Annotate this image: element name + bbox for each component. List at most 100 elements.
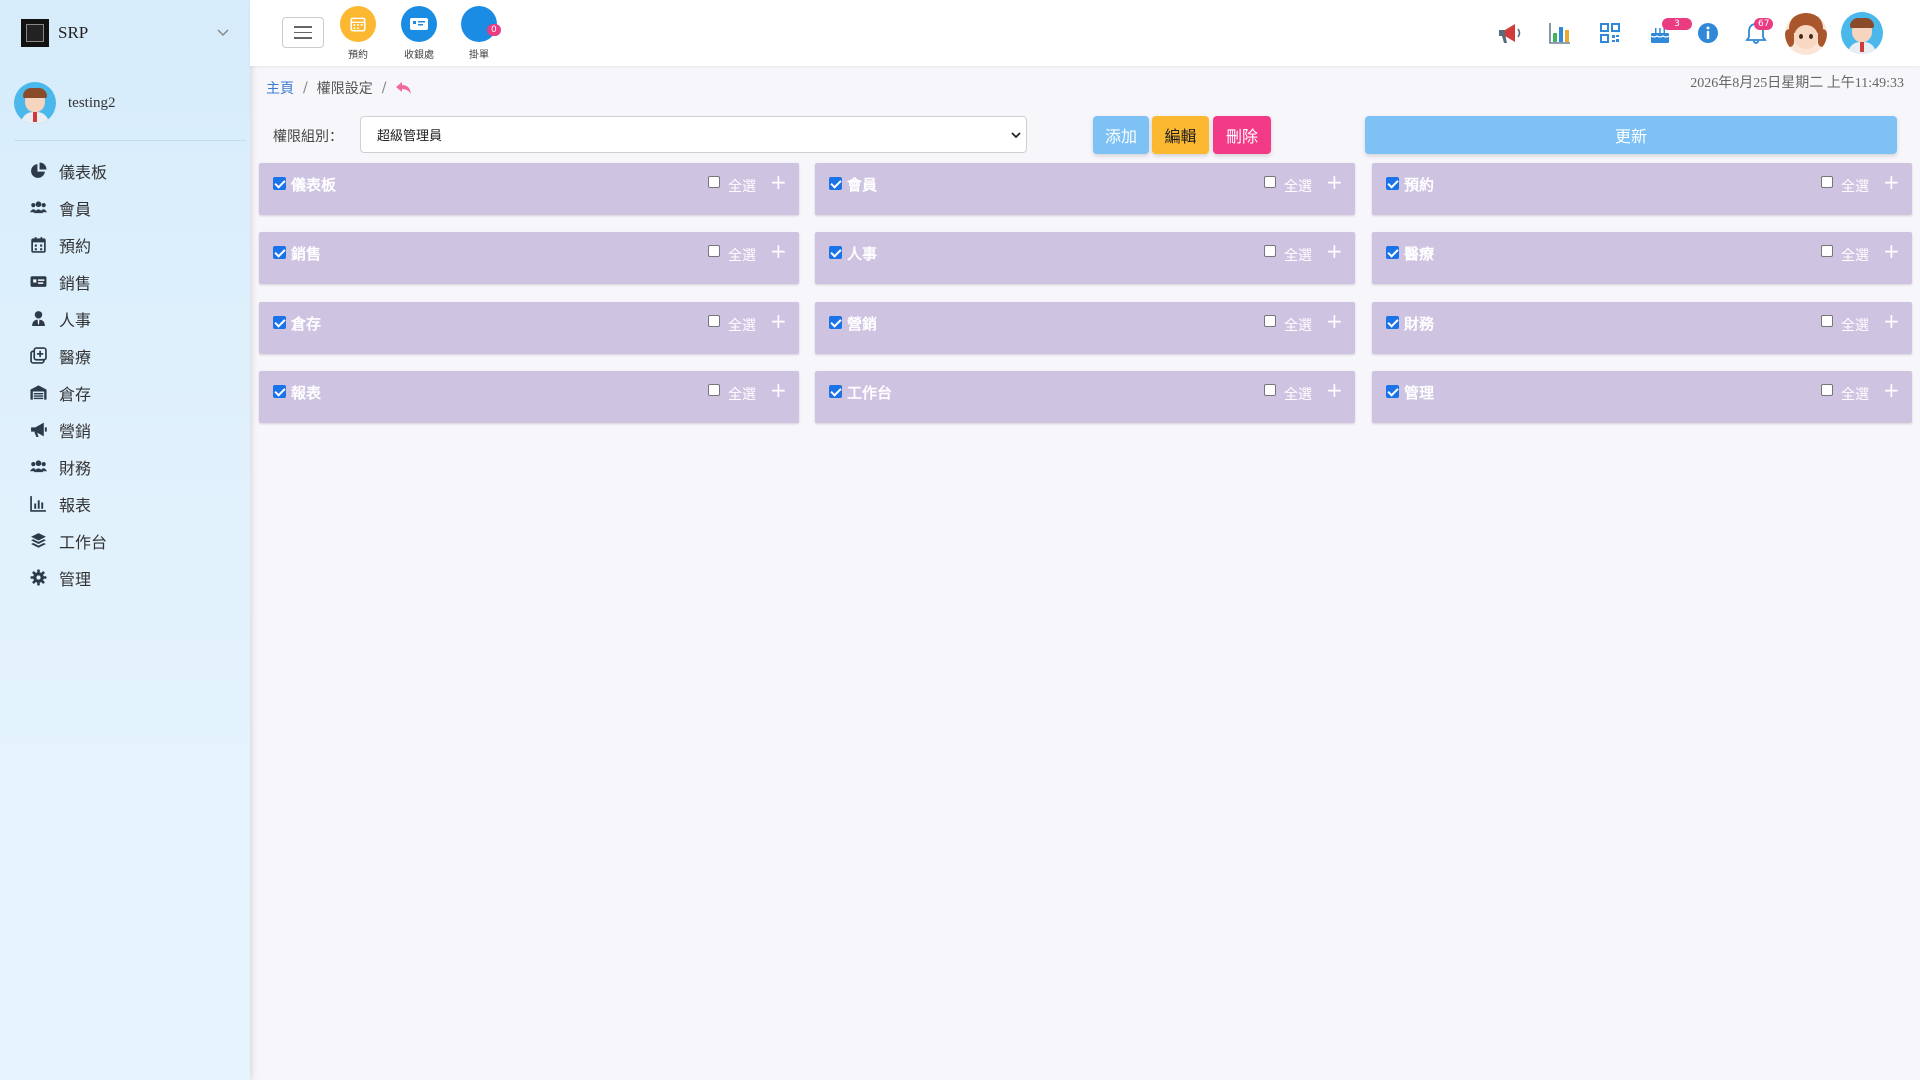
module-checkbox[interactable] <box>829 177 842 190</box>
select-all-checkbox[interactable] <box>1821 384 1833 396</box>
avatar <box>14 82 56 124</box>
select-all-label: 全選 <box>1841 179 1869 195</box>
module-title: 管理 <box>1404 384 1435 402</box>
qr-code-icon[interactable] <box>1595 18 1625 48</box>
top-bar: 預約 收銀處 0 掛單 3 67 <box>250 0 1920 66</box>
module-checkbox[interactable] <box>829 316 842 329</box>
select-all-checkbox[interactable] <box>1264 384 1276 396</box>
select-all-checkbox[interactable] <box>708 384 720 396</box>
chevron-down-icon[interactable] <box>216 25 230 39</box>
user-profile[interactable]: testing2 <box>14 82 116 124</box>
module-card: 營銷 全選 + <box>815 302 1355 354</box>
edit-button[interactable]: 編輯 <box>1152 116 1209 154</box>
expand-plus-icon[interactable]: + <box>770 311 787 331</box>
divider <box>14 140 246 141</box>
pending-count-badge: 0 <box>487 24 501 36</box>
select-all-checkbox[interactable] <box>708 315 720 327</box>
expand-plus-icon[interactable]: + <box>1883 172 1900 192</box>
module-checkbox[interactable] <box>829 246 842 259</box>
module-title: 營銷 <box>847 315 878 333</box>
select-all-checkbox[interactable] <box>1264 245 1276 257</box>
module-card: 人事 全選 + <box>815 232 1355 284</box>
select-all-label: 全選 <box>728 318 756 334</box>
module-title: 會員 <box>847 176 878 194</box>
expand-plus-icon[interactable]: + <box>1883 241 1900 261</box>
sidebar-item-reports[interactable]: 報表 <box>0 485 250 522</box>
sidebar-item-booking[interactable]: 預約 <box>0 226 250 263</box>
sidebar-menu: 儀表板 會員 預約 銷售 人事 醫療 倉存 營銷 財務 報表 工作台 管理 <box>0 152 250 596</box>
menu-toggle-button[interactable] <box>282 17 324 48</box>
sidebar-item-members[interactable]: 會員 <box>0 189 250 226</box>
sidebar-item-workbench[interactable]: 工作台 <box>0 522 250 559</box>
select-all-label: 全選 <box>728 387 756 403</box>
select-all-checkbox[interactable] <box>708 176 720 188</box>
sidebar-item-hr[interactable]: 人事 <box>0 300 250 337</box>
megaphone-icon[interactable] <box>1495 18 1525 48</box>
notification-count-badge: 67 <box>1754 18 1774 30</box>
module-title: 儀表板 <box>291 176 337 194</box>
bar-chart-icon[interactable] <box>1545 18 1575 48</box>
update-button[interactable]: 更新 <box>1365 116 1897 154</box>
sidebar-item-warehouse[interactable]: 倉存 <box>0 374 250 411</box>
expand-plus-icon[interactable]: + <box>770 380 787 400</box>
module-checkbox[interactable] <box>273 177 286 190</box>
module-checkbox[interactable] <box>273 246 286 259</box>
breadcrumb-current: 權限設定 <box>316 81 373 97</box>
quick-cashier-button[interactable]: 收銀處 <box>393 6 445 61</box>
module-title: 預約 <box>1404 176 1435 194</box>
breadcrumb-home-link[interactable]: 主頁 <box>266 78 294 98</box>
sidebar-item-finance[interactable]: 財務 <box>0 448 250 485</box>
module-checkbox[interactable] <box>273 316 286 329</box>
expand-plus-icon[interactable]: + <box>1326 380 1343 400</box>
expand-plus-icon[interactable]: + <box>1326 241 1343 261</box>
module-checkbox[interactable] <box>1386 246 1399 259</box>
chevron-down-icon <box>1011 132 1021 139</box>
user-name: testing2 <box>68 94 116 111</box>
mascot-avatar[interactable] <box>1785 13 1827 55</box>
back-arrow-icon[interactable] <box>395 81 413 95</box>
select-all-checkbox[interactable] <box>1264 176 1276 188</box>
module-card: 報表 全選 + <box>259 371 799 423</box>
brand[interactable]: SRP <box>0 0 250 66</box>
select-all-checkbox[interactable] <box>1821 245 1833 257</box>
user-avatar[interactable] <box>1841 12 1883 54</box>
select-all-checkbox[interactable] <box>708 245 720 257</box>
module-checkbox[interactable] <box>1386 385 1399 398</box>
select-all-checkbox[interactable] <box>1821 176 1833 188</box>
quick-pending-order-button[interactable]: 0 掛單 <box>453 6 505 61</box>
select-all-checkbox[interactable] <box>1821 315 1833 327</box>
user-tie-icon <box>32 311 45 326</box>
select-all-checkbox[interactable] <box>1264 315 1276 327</box>
layers-icon <box>31 533 46 548</box>
module-checkbox[interactable] <box>1386 316 1399 329</box>
sidebar-item-sales[interactable]: 銷售 <box>0 263 250 300</box>
quick-booking-button[interactable]: 預約 <box>332 6 384 61</box>
module-checkbox[interactable] <box>273 385 286 398</box>
module-checkbox[interactable] <box>1386 177 1399 190</box>
module-title: 報表 <box>291 384 322 402</box>
module-card: 財務 全選 + <box>1372 302 1912 354</box>
expand-plus-icon[interactable]: + <box>1883 311 1900 331</box>
permission-group-select[interactable]: 超級管理員 <box>360 116 1027 153</box>
info-icon[interactable] <box>1693 18 1723 48</box>
brand-logo <box>21 19 49 47</box>
module-checkbox[interactable] <box>829 385 842 398</box>
sidebar-item-admin[interactable]: 管理 <box>0 559 250 596</box>
expand-plus-icon[interactable]: + <box>770 172 787 192</box>
module-title: 人事 <box>847 245 878 263</box>
main-content: 主頁 / 權限設定 / 2026年8月25日星期二 上午11:49:33 權限組… <box>250 66 1920 1071</box>
medical-icon <box>30 347 47 364</box>
expand-plus-icon[interactable]: + <box>770 241 787 261</box>
calendar-icon <box>340 6 376 42</box>
expand-plus-icon[interactable]: + <box>1326 172 1343 192</box>
delete-button[interactable]: 刪除 <box>1213 116 1271 154</box>
users-icon <box>30 201 47 214</box>
sidebar-item-marketing[interactable]: 營銷 <box>0 411 250 448</box>
breadcrumb: 主頁 / 權限設定 / <box>266 78 413 98</box>
module-title: 倉存 <box>291 315 322 333</box>
add-button[interactable]: 添加 <box>1093 116 1149 154</box>
expand-plus-icon[interactable]: + <box>1326 311 1343 331</box>
sidebar-item-dashboard[interactable]: 儀表板 <box>0 152 250 189</box>
expand-plus-icon[interactable]: + <box>1883 380 1900 400</box>
sidebar-item-medical[interactable]: 醫療 <box>0 337 250 374</box>
